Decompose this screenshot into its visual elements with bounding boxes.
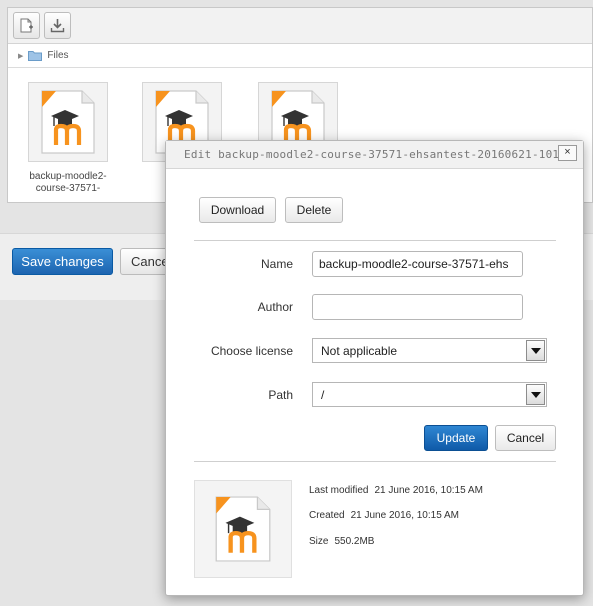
created-info: Created 21 June 2016, 10:15 AM [309,510,459,521]
download-all-button[interactable] [44,12,71,39]
name-label: Name [260,257,293,271]
file-thumbnail[interactable] [28,82,108,162]
chevron-down-icon[interactable] [526,340,545,361]
moodle-file-icon [212,495,274,563]
size-label: Size [309,536,329,547]
chevron-down-icon[interactable] [526,384,545,405]
file-manager-toolbar [8,8,592,44]
folder-icon [28,51,43,61]
dialog-cancel-button[interactable]: Cancel [495,425,556,451]
dialog-header[interactable]: Edit backup-moodle2-course-37571-ehsante… [166,141,583,169]
file-name[interactable]: backup-moodle2- course-37571- [28,171,108,195]
breadcrumb-files[interactable]: Files [47,50,68,61]
create-file-icon [20,18,33,33]
size-value: 550.2MB [334,536,375,547]
path-selected-value: / [321,387,325,402]
delete-button[interactable]: Delete [285,197,343,223]
name-input[interactable]: backup-moodle2-course-37571-ehs [312,251,523,277]
file-tile[interactable]: backup-moodle2- course-37571- [28,82,108,195]
author-label: Author [257,300,293,314]
last-modified-label: Last modified [309,485,369,496]
divider [194,240,556,241]
file-preview [194,480,292,578]
divider [194,461,556,462]
edit-file-dialog: Edit backup-moodle2-course-37571-ehsante… [165,140,584,596]
expand-triangle-icon[interactable]: ▶ [18,52,23,60]
download-icon [50,19,65,33]
save-changes-button[interactable]: Save changes [12,248,113,275]
license-select[interactable]: Not applicable [312,338,547,363]
dialog-title: Edit backup-moodle2-course-37571-ehsante… [184,148,559,161]
add-file-button[interactable] [13,12,40,39]
size-info: Size 550.2MB [309,536,374,547]
breadcrumb: ▶ Files [8,44,592,68]
close-button[interactable]: × [558,145,577,161]
license-label: Choose license [210,344,293,358]
author-input[interactable] [312,294,523,320]
update-button[interactable]: Update [424,425,488,451]
path-select[interactable]: / [312,382,547,407]
license-selected-value: Not applicable [321,343,398,358]
created-value: 21 June 2016, 10:15 AM [350,510,459,521]
last-modified-info: Last modified 21 June 2016, 10:15 AM [309,485,483,496]
download-button[interactable]: Download [199,197,276,223]
moodle-file-icon [38,89,98,155]
path-label: Path [268,388,293,402]
close-icon: × [564,146,571,158]
created-label: Created [309,510,345,521]
last-modified-value: 21 June 2016, 10:15 AM [374,485,483,496]
